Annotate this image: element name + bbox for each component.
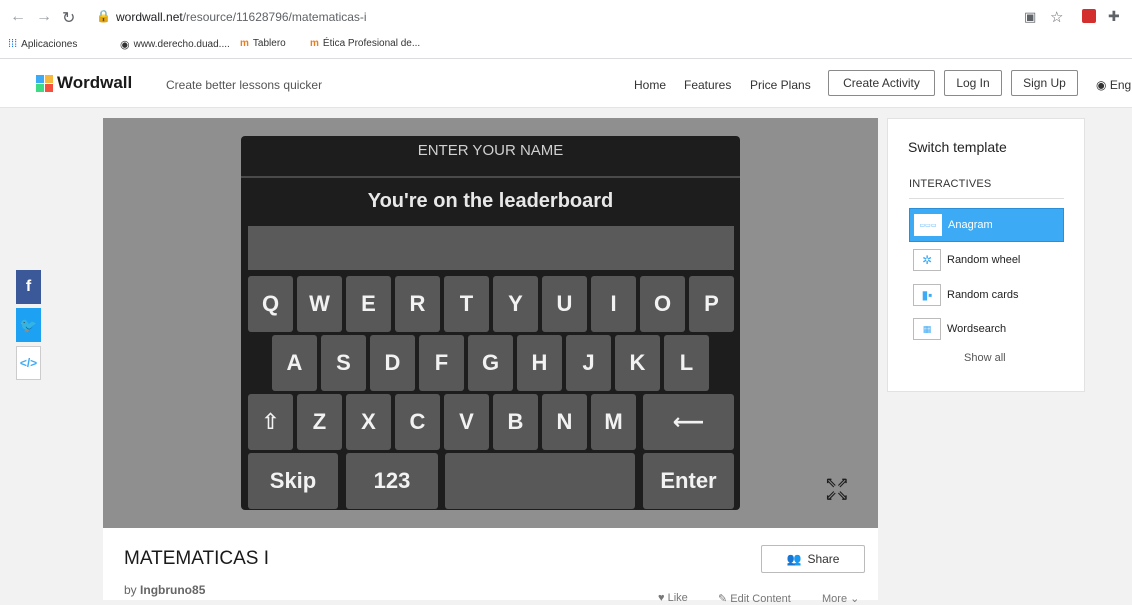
star-icon[interactable]: ☆ — [1050, 8, 1063, 26]
edit-content-button[interactable]: ✎ Edit Content — [718, 592, 791, 605]
key-p[interactable]: P — [689, 276, 734, 332]
key-e[interactable]: E — [346, 276, 391, 332]
extensions-icon[interactable]: ✚ — [1108, 8, 1120, 25]
space-key[interactable] — [445, 453, 635, 509]
sign-up-button[interactable]: Sign Up — [1011, 70, 1078, 96]
key-k[interactable]: K — [615, 335, 660, 391]
skip-key[interactable]: Skip — [248, 453, 338, 509]
key-z[interactable]: Z — [297, 394, 342, 450]
bookmark-tablero[interactable]: m Tablero — [240, 38, 286, 49]
facebook-share-icon[interactable]: f — [16, 270, 41, 304]
nav-features[interactable]: Features — [684, 78, 731, 92]
create-activity-button[interactable]: Create Activity — [828, 70, 935, 96]
wordsearch-icon: ▦ — [913, 318, 941, 340]
template-random-cards[interactable]: ▮▪ Random cards — [909, 279, 1064, 311]
globe-icon: ◉ — [120, 39, 130, 51]
more-button[interactable]: More ⌄ — [822, 592, 859, 605]
activity-title: MATEMATICAS I — [124, 548, 269, 569]
switch-template-title: Switch template — [908, 139, 1007, 155]
nav-home[interactable]: Home — [634, 78, 666, 92]
key-l[interactable]: L — [664, 335, 709, 391]
key-h[interactable]: H — [517, 335, 562, 391]
translate-icon[interactable]: ▣ — [1024, 9, 1036, 25]
users-icon: 👥 — [786, 552, 802, 566]
key-a[interactable]: A — [272, 335, 317, 391]
key-b[interactable]: B — [493, 394, 538, 450]
key-v[interactable]: V — [444, 394, 489, 450]
key-q[interactable]: Q — [248, 276, 293, 332]
moodle-icon: m — [310, 38, 319, 49]
key-f[interactable]: F — [419, 335, 464, 391]
apps-grid-icon: ⁞⁞⁞ — [8, 38, 18, 50]
fullscreen-icon[interactable]: ⇖⇗ ⇙⇘ — [825, 475, 848, 502]
key-d[interactable]: D — [370, 335, 415, 391]
show-all-link[interactable]: Show all — [964, 352, 1006, 364]
key-g[interactable]: G — [468, 335, 513, 391]
shift-key[interactable]: ⇧ — [248, 394, 293, 450]
address-bar: ← → ↻ 🔒 wordwall.net/resource/11628796/m… — [0, 0, 1132, 34]
key-x[interactable]: X — [346, 394, 391, 450]
key-s[interactable]: S — [321, 335, 366, 391]
template-random-wheel[interactable]: ✲ Random wheel — [909, 244, 1064, 276]
key-j[interactable]: J — [566, 335, 611, 391]
wheel-icon: ✲ — [913, 249, 941, 271]
key-i[interactable]: I — [591, 276, 636, 332]
reload-icon[interactable]: ↻ — [62, 8, 75, 28]
log-in-button[interactable]: Log In — [944, 70, 1002, 96]
wordwall-logo[interactable]: Wordwall — [36, 73, 132, 93]
anagram-icon: ▭▭▭ — [914, 214, 942, 236]
bookmark-derecho[interactable]: ◉ www.derecho.duad.... — [120, 38, 230, 51]
key-c[interactable]: C — [395, 394, 440, 450]
key-o[interactable]: O — [640, 276, 685, 332]
lock-icon: 🔒 — [96, 9, 111, 23]
key-n[interactable]: N — [542, 394, 587, 450]
key-w[interactable]: W — [297, 276, 342, 332]
nav-price-plans[interactable]: Price Plans — [750, 78, 811, 92]
tagline: Create better lessons quicker — [166, 78, 323, 92]
url-field[interactable]: wordwall.net/resource/11628796/matematic… — [116, 10, 367, 24]
globe-icon: ◉ — [1096, 78, 1110, 92]
numbers-key[interactable]: 123 — [346, 453, 438, 509]
template-wordsearch[interactable]: ▦ Wordsearch — [909, 313, 1064, 345]
logo-icon — [36, 74, 53, 92]
key-y[interactable]: Y — [493, 276, 538, 332]
language-selector[interactable]: ◉ Eng — [1096, 78, 1131, 92]
template-anagram[interactable]: ▭▭▭ Anagram — [909, 208, 1064, 242]
key-t[interactable]: T — [444, 276, 489, 332]
interactives-heading: INTERACTIVES — [909, 178, 992, 190]
byline: by Ingbruno85 — [124, 583, 206, 597]
embed-icon[interactable]: </> — [16, 346, 41, 380]
enter-key[interactable]: Enter — [643, 453, 734, 509]
bookmarks-bar: ⁞⁞⁞ Aplicaciones ◉ www.derecho.duad.... mT… — [0, 34, 1132, 59]
key-u[interactable]: U — [542, 276, 587, 332]
author-link[interactable]: Ingbruno85 — [140, 583, 205, 597]
enter-name-title: ENTER YOUR NAME — [417, 142, 564, 159]
twitter-share-icon[interactable]: 🐦 — [16, 308, 41, 342]
section-divider — [909, 198, 1064, 199]
moodle-icon: m — [240, 38, 249, 49]
share-button[interactable]: 👥 Share — [761, 545, 865, 573]
cards-icon: ▮▪ — [913, 284, 941, 306]
like-button[interactable]: ♥ Like — [658, 592, 688, 604]
title-divider — [241, 176, 740, 178]
forward-icon[interactable]: → — [36, 8, 52, 26]
bookmark-apps[interactable]: ⁞⁞⁞ Aplicaciones — [8, 38, 77, 50]
name-input[interactable] — [248, 226, 734, 270]
pdf-extension-icon[interactable] — [1082, 9, 1096, 23]
key-m[interactable]: M — [591, 394, 636, 450]
key-r[interactable]: R — [395, 276, 440, 332]
backspace-key[interactable]: ⟵ — [643, 394, 734, 450]
bookmark-etica[interactable]: m Ética Profesional de... — [310, 38, 420, 49]
leaderboard-message: You're on the leaderboard — [367, 190, 614, 212]
back-icon[interactable]: ← — [10, 8, 26, 26]
